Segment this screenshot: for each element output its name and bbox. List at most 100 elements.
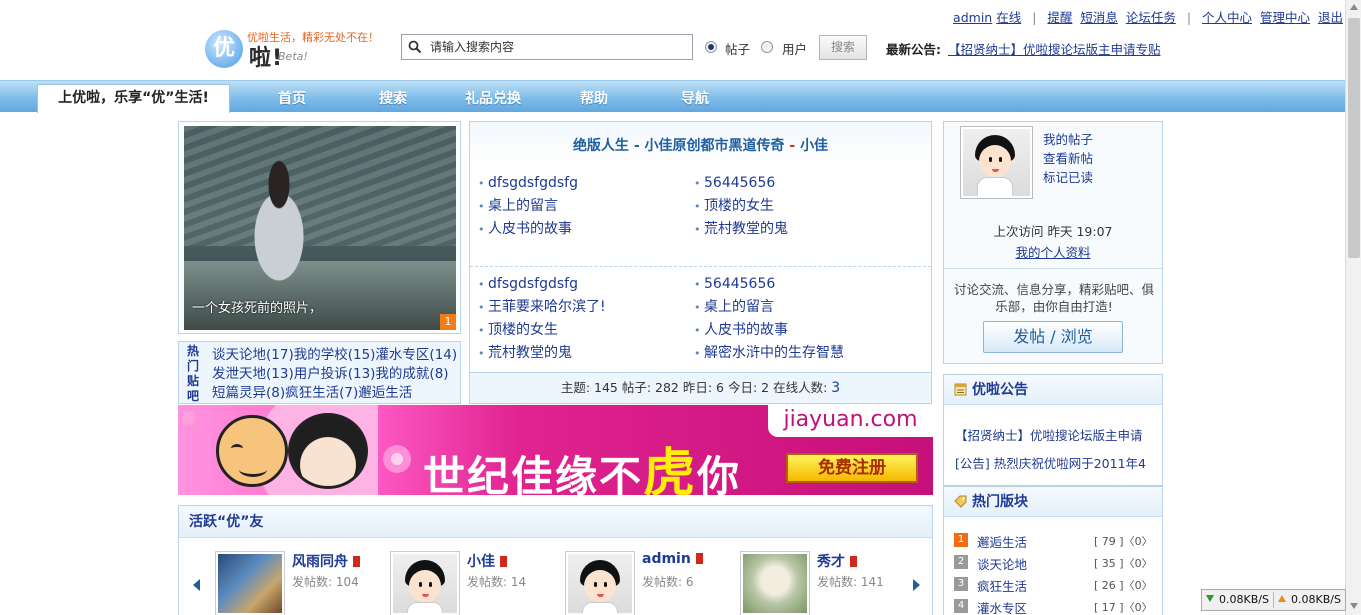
friend-post-count: 发帖数: 141 xyxy=(817,575,884,589)
scroll-thumb[interactable] xyxy=(1348,18,1360,258)
nav-navigation[interactable]: 导航 xyxy=(681,88,709,108)
user-panel-description: 讨论交流、信息分享，精彩贴吧、俱乐部，由你自由打造! xyxy=(954,282,1155,314)
hot-forums-list[interactable]: 谈天论地(17)我的学校(15)灌水专区(14)发泄天地(13)用户投诉(13)… xyxy=(212,346,462,403)
thread-link[interactable]: 人皮书的故事 xyxy=(478,218,693,241)
friend-card[interactable]: admin 发帖数: 6 xyxy=(565,549,735,615)
my-posts-link[interactable]: 我的帖子 xyxy=(1043,129,1093,148)
cartoon-avatar-icon xyxy=(393,554,457,613)
thread-link[interactable]: dfsgdsfgdsfg xyxy=(478,172,693,195)
friend-name-text[interactable]: admin xyxy=(642,551,691,567)
thread-link[interactable]: 56445656 xyxy=(694,273,909,296)
avatar[interactable] xyxy=(740,551,810,615)
friend-card[interactable]: 秀才 发帖数: 141 xyxy=(740,549,910,615)
admin-center-link[interactable]: 管理中心 xyxy=(1260,10,1310,25)
avatar-image xyxy=(218,554,282,613)
online-count[interactable]: 3 xyxy=(831,380,840,396)
announcement-link[interactable]: [公告] 热烈庆祝优啦网于2011年4 xyxy=(955,453,1146,472)
announcement-link[interactable]: 【招贤纳士】优啦搜论坛版主申请 xyxy=(955,425,1143,444)
last-visit: 上次访问 昨天 19:07 xyxy=(993,224,1113,239)
network-speed-widget[interactable]: 0.08KB/S 0.08KB/S xyxy=(1201,589,1346,611)
friend-card[interactable]: 小佳 发帖数: 14 xyxy=(390,549,560,615)
thread-link[interactable]: 桌上的留言 xyxy=(694,296,909,319)
radio-posts[interactable] xyxy=(705,41,717,53)
announcements-title: 优啦公告 xyxy=(944,375,1162,405)
hot-forums-label: 热门贴吧 xyxy=(186,344,199,403)
hot-board-row[interactable]: 3 疯狂生活 [ 26 ]〈0〉 xyxy=(954,575,1153,595)
board-name-link[interactable]: 谈天论地 xyxy=(977,554,1027,573)
post-browse-button[interactable]: 发帖 / 浏览 xyxy=(983,321,1123,353)
personal-center-link[interactable]: 个人中心 xyxy=(1202,10,1252,25)
notice-link[interactable]: 【招贤纳士】优啦搜论坛版主申请专贴 xyxy=(948,39,1161,58)
mark-read-link[interactable]: 标记已读 xyxy=(1043,167,1093,186)
nav-help[interactable]: 帮助 xyxy=(580,88,608,108)
separator: | xyxy=(1032,10,1037,25)
banner-register-button[interactable]: 免费注册 xyxy=(786,453,918,483)
headline-part-a[interactable]: 绝版人生 xyxy=(573,138,629,154)
friend-name[interactable]: 小佳 xyxy=(467,551,507,571)
username-link[interactable]: admin xyxy=(953,10,992,25)
thread-link[interactable]: 桌上的留言 xyxy=(478,195,693,218)
hot-board-row[interactable]: 2 谈天论地 [ 35 ]〈0〉 xyxy=(954,553,1153,573)
friend-name-text[interactable]: 秀才 xyxy=(817,554,845,570)
friend-name[interactable]: 秀才 xyxy=(817,551,857,571)
thread-link[interactable]: 荒村教堂的鬼 xyxy=(694,218,909,241)
slideshow-caption[interactable]: 一个女孩死前的照片， xyxy=(192,297,322,316)
avatar[interactable] xyxy=(215,551,285,615)
nav-current-tab[interactable]: 上优啦，乐享“优”生活! xyxy=(37,84,230,113)
thread-list-right-top: 56445656 顶楼的女生 荒村教堂的鬼 xyxy=(694,172,909,241)
thread-link[interactable]: 人皮书的故事 xyxy=(694,319,909,342)
avatar[interactable] xyxy=(565,551,635,615)
friend-name[interactable]: admin xyxy=(642,551,703,567)
thread-link[interactable]: 解密水浒中的生存智慧 xyxy=(694,342,909,365)
separator: | xyxy=(1186,10,1192,25)
online-status-link[interactable]: 在线 xyxy=(996,10,1021,25)
friend-name-text[interactable]: 小佳 xyxy=(467,554,495,570)
headline-part-c[interactable]: 小佳 xyxy=(800,138,828,154)
friend-name-text[interactable]: 风雨同舟 xyxy=(292,554,348,570)
site-logo[interactable]: 优 优啦生活，精彩无处不在！ 啦! Beta! xyxy=(205,28,390,72)
radio-users[interactable] xyxy=(761,41,773,53)
thread-link[interactable]: 王菲要来哈尔滨了! xyxy=(478,296,693,319)
hot-board-row[interactable]: 1 邂逅生活 [ 79 ]〈0〉 xyxy=(954,531,1153,551)
user-panel: 我的帖子 查看新帖 标记已读 上次访问 昨天 19:07 我的个人资料 讨论交流… xyxy=(943,121,1163,364)
slideshow-index[interactable]: 1 xyxy=(440,314,456,330)
logout-link[interactable]: 退出 xyxy=(1318,10,1343,25)
banner-slogan: 世纪佳缘不虎你 xyxy=(423,431,741,495)
arrow-left-icon[interactable] xyxy=(193,579,200,591)
upload-arrow-icon xyxy=(1278,595,1286,602)
search-input[interactable] xyxy=(430,37,685,57)
active-friends-title: 活跃“优”友 xyxy=(179,506,932,538)
remind-link[interactable]: 提醒 xyxy=(1047,10,1072,25)
page-scrollbar[interactable] xyxy=(1345,0,1361,615)
avatar[interactable] xyxy=(390,551,460,615)
messages-link[interactable]: 短消息 xyxy=(1080,10,1118,25)
upload-speed: 0.08KB/S xyxy=(1278,593,1341,606)
board-name-link[interactable]: 疯狂生活 xyxy=(977,576,1027,595)
avatar[interactable] xyxy=(960,126,1033,199)
friend-card[interactable]: 风雨同舟 发帖数: 104 xyxy=(215,549,385,615)
scroll-down-icon[interactable] xyxy=(1350,603,1358,609)
nav-gift-exchange[interactable]: 礼品兑换 xyxy=(465,88,521,108)
thread-link[interactable]: dfsgdsfgdsfg xyxy=(478,273,693,296)
nav-search[interactable]: 搜索 xyxy=(379,88,407,108)
board-name-link[interactable]: 灌水专区 xyxy=(977,598,1027,615)
thread-link[interactable]: 56445656 xyxy=(694,172,909,195)
view-new-posts-link[interactable]: 查看新帖 xyxy=(1043,148,1093,167)
arrow-right-icon[interactable] xyxy=(913,579,920,591)
download-speed: 0.08KB/S xyxy=(1206,593,1269,606)
board-name-link[interactable]: 邂逅生活 xyxy=(977,532,1027,551)
thread-link[interactable]: 荒村教堂的鬼 xyxy=(478,342,693,365)
thread-link[interactable]: 顶楼的女生 xyxy=(478,319,693,342)
my-profile-link[interactable]: 我的个人资料 xyxy=(944,242,1162,261)
slideshow-image[interactable]: 一个女孩死前的照片， 1 xyxy=(184,126,456,330)
nav-home[interactable]: 首页 xyxy=(278,88,306,108)
hot-board-row[interactable]: 4 灌水专区 [ 17 ]〈0〉 xyxy=(954,597,1153,615)
friend-name[interactable]: 风雨同舟 xyxy=(292,551,360,571)
thread-link[interactable]: 顶楼的女生 xyxy=(694,195,909,218)
search-button[interactable]: 搜索 xyxy=(819,35,867,60)
ad-banner[interactable]: 世纪佳缘不虎你 jiayuan.com 免费注册 xyxy=(178,405,933,495)
thread-list-left-bottom: dfsgdsfgdsfg 王菲要来哈尔滨了! 顶楼的女生 荒村教堂的鬼 xyxy=(478,273,693,365)
scroll-up-icon[interactable] xyxy=(1350,4,1358,10)
headline-part-b[interactable]: 小佳原创都市黑道传奇 xyxy=(645,138,785,154)
tasks-link[interactable]: 论坛任务 xyxy=(1126,10,1176,25)
